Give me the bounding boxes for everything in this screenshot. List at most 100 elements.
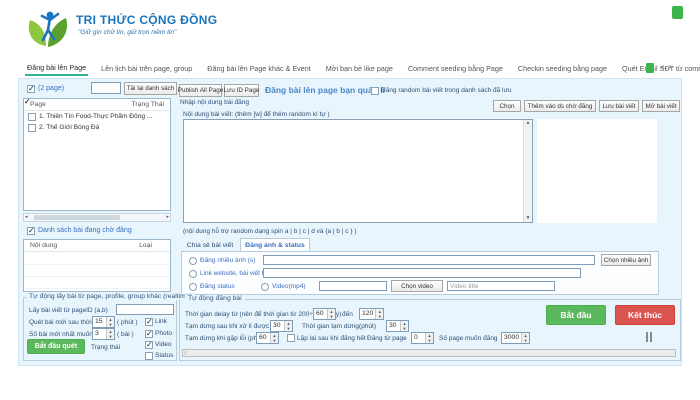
spinner-value[interactable]: 60 [257, 333, 270, 343]
brand-tagline: "Giữ gìn chữ tín, giữ trọn niềm tin" [78, 29, 176, 36]
page-title: Đăng bài lên page bạn quản lí [265, 85, 385, 95]
spinner-arrows-icon[interactable]: ▲▼ [106, 329, 114, 339]
spinner-arrows-icon[interactable]: ▲▼ [521, 333, 529, 343]
tab-scroll-left-icon[interactable]: ◄ [658, 63, 665, 73]
choose-button[interactable]: Chọn [493, 100, 521, 112]
tab-dang-bai-len-page[interactable]: Đăng bài lên Page [25, 60, 88, 76]
col-status: Trạng Thái [132, 101, 165, 108]
tab-moi-ban-be-like[interactable]: Mời bạn bè like page [324, 60, 395, 76]
tab-dang-bai-page-khac-event[interactable]: Đăng bài lên Page khác & Event [205, 60, 313, 76]
link-radio-label: Link website, bài viết FB [200, 269, 270, 278]
photos-path-input[interactable] [263, 255, 595, 265]
choose-video-button[interactable]: Chọn video [391, 280, 443, 292]
newest-spinner[interactable]: 3 ▲▼ [92, 328, 115, 340]
pending-posts-table: Nội dung Loại [23, 239, 171, 292]
status-radio[interactable] [189, 283, 197, 291]
publish-all-button[interactable]: Publish All Page [179, 84, 222, 97]
type-status-checkbox[interactable] [145, 352, 153, 360]
pause-after-spinner[interactable]: 30 ▲▼ [270, 320, 293, 332]
spinner-arrows-icon[interactable]: ▲▼ [400, 321, 408, 331]
spinner-arrows-icon[interactable]: ▲▼ [327, 309, 335, 319]
repeat-checkbox[interactable] [287, 334, 295, 342]
select-all-pages-checkbox[interactable] [27, 85, 35, 93]
spinner-value[interactable]: 0 [412, 333, 425, 343]
brand-title: TRI THỨC CỘNG ĐỒNG [76, 13, 217, 27]
type-photo-checkbox[interactable] [145, 330, 153, 338]
col-page: Page [30, 101, 46, 108]
spinner-value[interactable]: 60 [314, 309, 327, 319]
col-type: Loại [139, 242, 152, 249]
scroll-left-icon[interactable]: ◂ [25, 214, 28, 221]
stop-posting-button[interactable]: Kết thúc [615, 305, 675, 325]
spinner-value[interactable]: 30 [271, 321, 284, 331]
scroll-right-icon[interactable]: ▸ [166, 214, 169, 221]
random-post-label: Đăng random bài viết trong danh sách đã … [381, 86, 511, 95]
spinner-value[interactable]: 30 [387, 321, 400, 331]
link-url-input[interactable] [263, 268, 581, 278]
pause-icon[interactable] [646, 332, 652, 342]
page-count-spinner[interactable]: 3000 ▲▼ [501, 332, 530, 344]
scan-interval-unit: ( phút ) [117, 318, 138, 327]
status-radio-label: Đăng status [200, 282, 235, 291]
photos-radio[interactable] [189, 257, 197, 265]
type-video-checkbox[interactable] [145, 341, 153, 349]
tab-comment-seeding[interactable]: Comment seeding bằng Page [406, 60, 505, 76]
open-post-button[interactable]: Mở bài viết [642, 100, 680, 112]
spinner-arrows-icon[interactable]: ▲▼ [270, 333, 278, 343]
video-radio[interactable] [261, 283, 269, 291]
start-posting-button[interactable]: Bắt đầu [546, 305, 606, 325]
delay-to-spinner[interactable]: 120 ▲▼ [359, 308, 384, 320]
tab-overflow-icon[interactable] [646, 63, 654, 73]
scroll-thumb[interactable] [34, 215, 120, 220]
pageid-input[interactable] [116, 304, 174, 315]
random-post-checkbox[interactable] [371, 87, 379, 95]
reload-pages-button[interactable]: Tải lại danh sách [124, 82, 177, 95]
post-content-textarea[interactable]: ▲ ▼ [183, 119, 533, 223]
link-radio[interactable] [189, 270, 197, 278]
scan-interval-spinner[interactable]: 15 ▲▼ [92, 316, 115, 328]
type-link-checkbox[interactable] [145, 318, 153, 326]
tab-scroll-right-icon[interactable]: ► [668, 63, 675, 73]
page-filter-input[interactable] [91, 82, 121, 94]
spinner-value[interactable]: 3000 [502, 333, 521, 343]
save-id-button[interactable]: Lưu ID Page [224, 84, 259, 97]
tab-checkin-seeding[interactable]: Checkin seeding bằng page [516, 60, 609, 76]
pause-minutes-spinner[interactable]: 30 ▲▼ [386, 320, 409, 332]
spinner-arrows-icon[interactable]: ▲▼ [375, 309, 383, 319]
pending-list-label: Danh sách bài đang chờ đăng [38, 226, 132, 235]
delay-from-spinner[interactable]: 60 ▲▼ [313, 308, 336, 320]
spinner-value[interactable]: 15 [93, 317, 106, 327]
pause-after-label: Tạm dừng sau khi xử lí được [185, 322, 269, 331]
subtab-photo-status[interactable]: Đăng ảnh & status [240, 238, 310, 252]
page-row-checkbox[interactable] [28, 113, 36, 121]
textarea-vscrollbar[interactable]: ▲ ▼ [523, 120, 532, 222]
pending-list-checkbox[interactable] [27, 227, 35, 235]
scroll-down-icon[interactable]: ▼ [526, 216, 531, 221]
spinner-value[interactable]: 3 [93, 329, 106, 339]
video-path-input[interactable] [319, 281, 387, 291]
app-window: TRI THỨC CỘNG ĐỒNG "Giữ gìn chữ tín, giữ… [0, 0, 700, 400]
spinner-arrows-icon[interactable]: ▲▼ [425, 333, 433, 343]
scroll-up-icon[interactable]: ▲ [526, 121, 531, 126]
error-pause-label: Tạm dừng khi gặp lỗi (phút) [185, 334, 265, 343]
video-title-input[interactable]: Video title [447, 281, 555, 291]
spinner-arrows-icon[interactable]: ▲▼ [284, 321, 292, 331]
choose-photos-button[interactable]: Chọn nhiều ảnh [601, 254, 651, 266]
page-row[interactable]: 2. Thế Giới Bóng Đá [24, 122, 170, 133]
photos-radio-label: Đăng nhiều ảnh (s) [200, 256, 255, 265]
save-post-button[interactable]: Lưu bài viết [599, 100, 639, 112]
page-list-hscrollbar[interactable]: ◂ ▸ [23, 213, 171, 222]
page-row[interactable]: 1. Thiên Tín Food-Thực Phẩm Đông ... [24, 111, 170, 122]
error-pause-spinner[interactable]: 60 ▲▼ [256, 332, 279, 344]
newest-unit: ( bài ) [117, 330, 134, 339]
brand-logo-icon [24, 6, 72, 52]
spinner-value[interactable]: 120 [360, 309, 375, 319]
tab-len-lich-bai[interactable]: Lên lịch bài trên page, group [99, 60, 194, 76]
add-to-queue-button[interactable]: Thêm vào ds chờ đăng [524, 100, 596, 112]
main-tab-bar: Đăng bài lên Page Lên lịch bài trên page… [25, 60, 700, 76]
page-row-checkbox[interactable] [28, 124, 36, 132]
spinner-arrows-icon[interactable]: ▲▼ [106, 317, 114, 327]
auto-post-title: Tự động đăng bài [185, 295, 245, 302]
start-page-spinner[interactable]: 0 ▲▼ [411, 332, 434, 344]
start-scan-button[interactable]: Bắt đầu quét [27, 339, 85, 354]
